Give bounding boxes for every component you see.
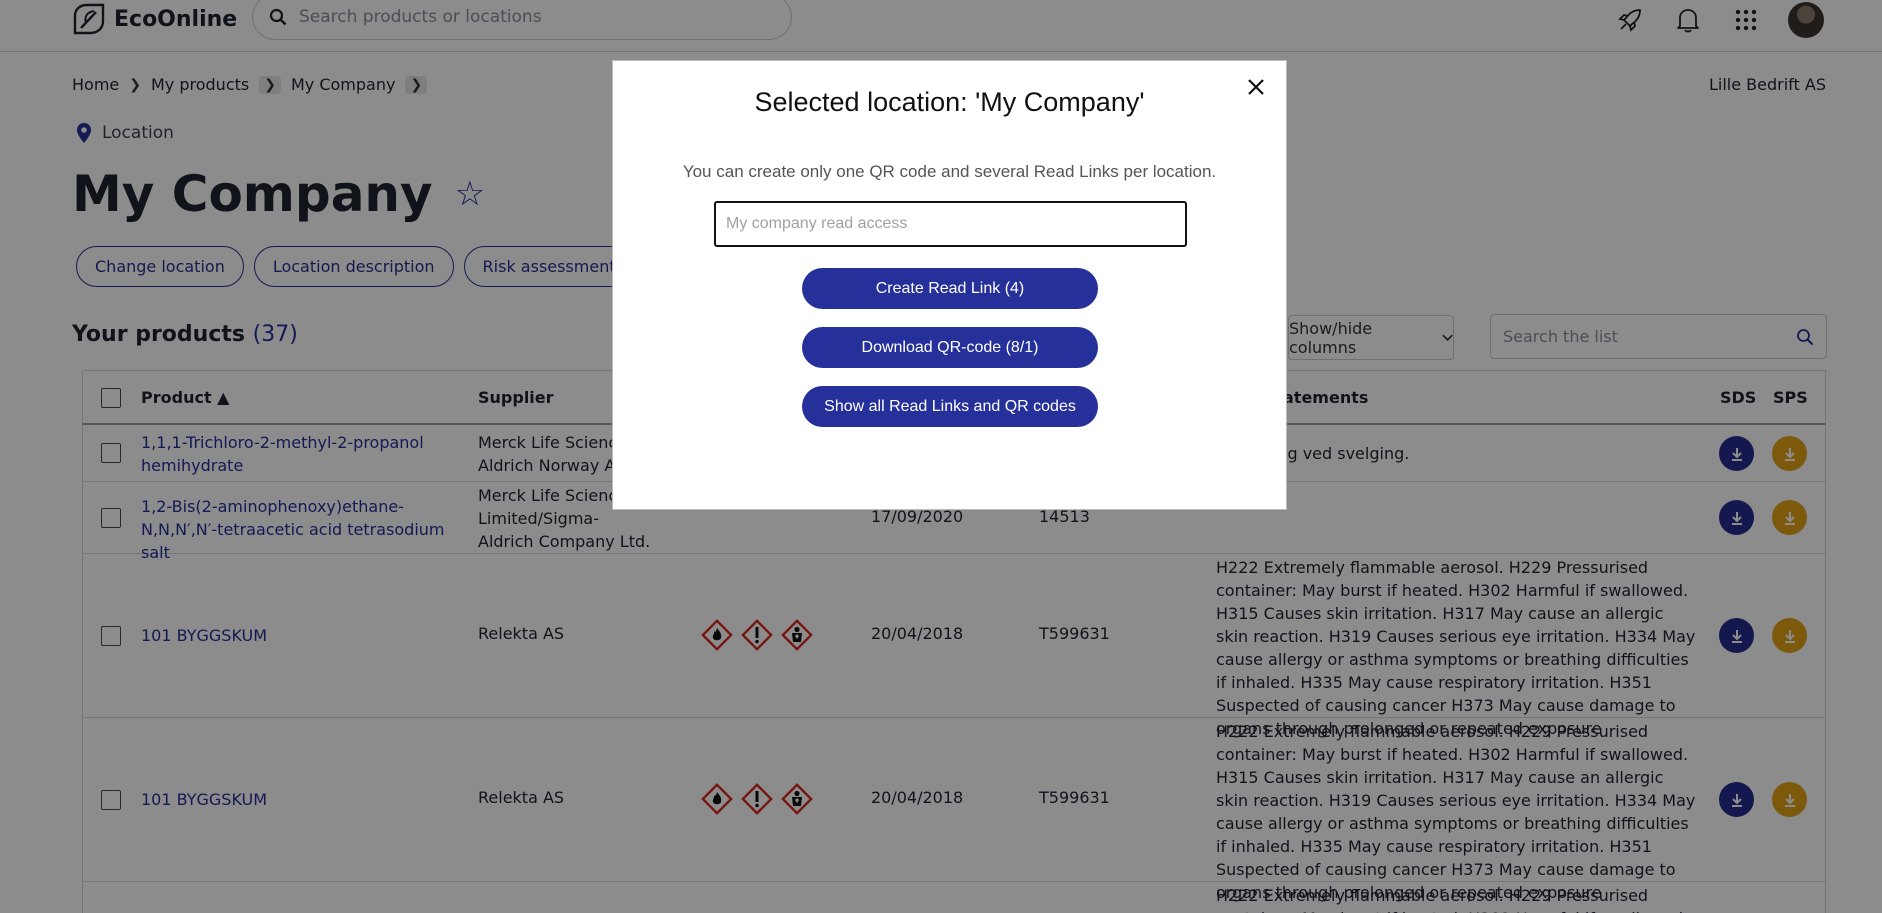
download-qr-code-button[interactable]: Download QR-code (8/1) <box>802 327 1098 368</box>
show-all-read-links-button[interactable]: Show all Read Links and QR codes <box>802 386 1098 427</box>
read-link-name-input[interactable] <box>714 201 1187 247</box>
create-read-link-button[interactable]: Create Read Link (4) <box>802 268 1098 309</box>
read-link-modal: Selected location: 'My Company' You can … <box>612 60 1287 510</box>
modal-description: You can create only one QR code and seve… <box>682 162 1217 181</box>
modal-title: Selected location: 'My Company' <box>754 87 1145 117</box>
